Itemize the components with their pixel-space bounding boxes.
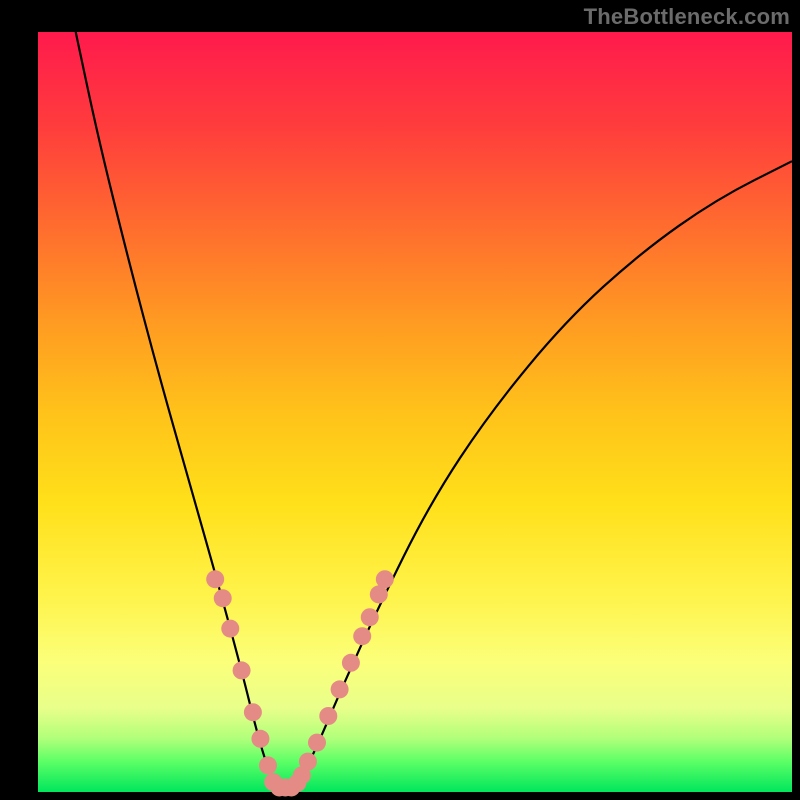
- marker-dot: [376, 570, 394, 588]
- marker-dot: [299, 753, 317, 771]
- marker-dot: [353, 627, 371, 645]
- marker-dot: [221, 620, 239, 638]
- marker-dot: [206, 570, 224, 588]
- marker-dot: [259, 756, 277, 774]
- marker-dot: [251, 730, 269, 748]
- curve-markers: [206, 570, 394, 796]
- marker-dot: [214, 589, 232, 607]
- bottleneck-curve-path: [76, 32, 792, 788]
- marker-dot: [319, 707, 337, 725]
- marker-dot: [361, 608, 379, 626]
- curve-layer: [0, 0, 800, 800]
- bottleneck-curve: [76, 32, 792, 788]
- marker-dot: [342, 654, 360, 672]
- marker-dot: [308, 734, 326, 752]
- marker-dot: [233, 661, 251, 679]
- chart-frame: TheBottleneck.com: [0, 0, 800, 800]
- marker-dot: [244, 703, 262, 721]
- marker-dot: [331, 680, 349, 698]
